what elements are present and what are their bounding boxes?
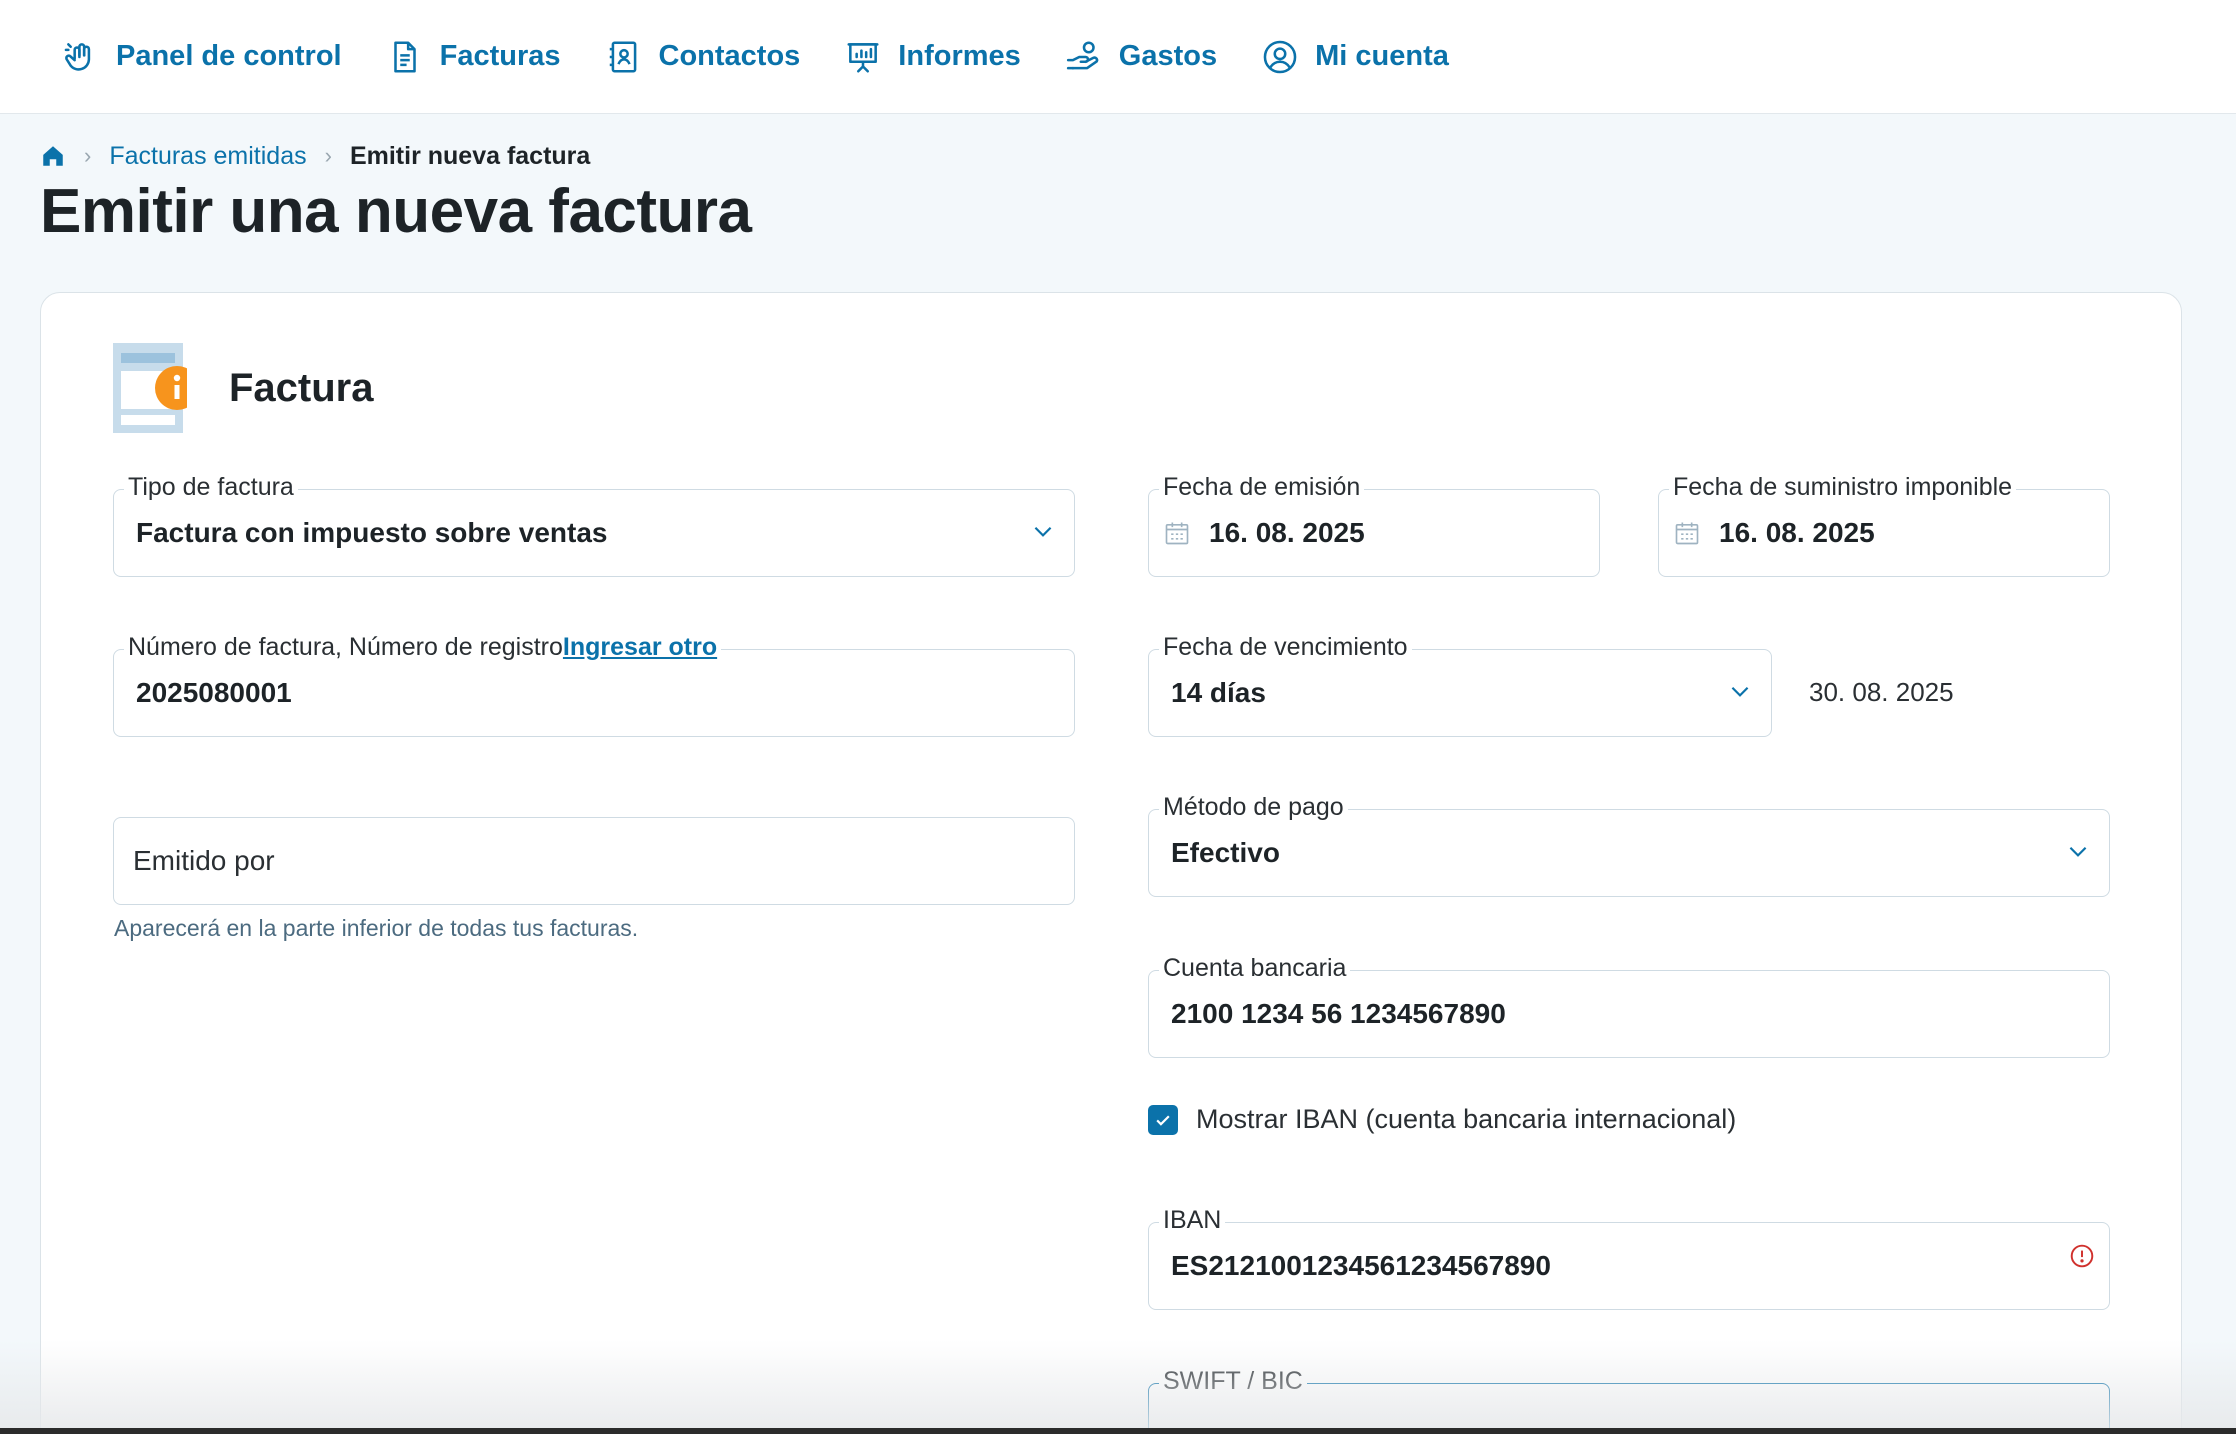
nav-label: Panel de control — [116, 40, 342, 72]
invoice-type-label: Tipo de factura — [124, 470, 298, 504]
card-header: Factura — [113, 343, 374, 433]
hand-coin-icon — [1066, 40, 1099, 69]
iban-value: ES2121001234561234567890 — [1171, 1250, 1551, 1281]
page-title: Emitir una nueva factura — [40, 177, 752, 246]
issued-by-placeholder: Emitido por — [133, 845, 275, 876]
checkmark-icon — [1156, 1114, 1170, 1126]
payment-method-select[interactable]: Método de pago Efectivo — [1148, 790, 2110, 897]
invoice-type-value: Factura con impuesto sobre ventas — [136, 517, 608, 548]
invoice-number-value: 2025080001 — [136, 677, 292, 708]
breadcrumb-link-facturas-emitidas[interactable]: Facturas emitidas — [109, 142, 306, 171]
invoice-number-label: Número de factura, Número de registroIng… — [124, 630, 722, 664]
document-icon — [393, 40, 416, 73]
invoice-number-label-text: Número de factura, Número de registro — [128, 633, 563, 661]
nav-label: Gastos — [1118, 40, 1218, 72]
chevron-down-icon — [1034, 526, 1052, 537]
swift-bic-label: SWIFT / BIC — [1159, 1364, 1307, 1398]
contact-book-icon — [609, 40, 636, 73]
nav-label: Facturas — [439, 40, 561, 72]
issue-date-field[interactable]: Fecha de emisión 16. 08. 2025 — [1148, 470, 1600, 577]
due-date-value: 14 días — [1171, 677, 1266, 708]
breadcrumb: › Facturas emitidas › Emitir nueva factu… — [40, 140, 590, 172]
invoice-number-field[interactable]: Número de factura, Número de registroIng… — [113, 630, 1075, 737]
invoice-type-select[interactable]: Tipo de factura Factura con impuesto sob… — [113, 470, 1075, 577]
supply-date-label: Fecha de suministro imponible — [1669, 470, 2017, 504]
show-iban-label[interactable]: Mostrar IBAN (cuenta bancaria internacio… — [1196, 1104, 1736, 1135]
enter-other-link[interactable]: Ingresar otro — [563, 633, 717, 661]
error-alert-icon — [2070, 1244, 2094, 1268]
nav-item-facturas[interactable]: Facturas — [386, 38, 561, 76]
nav-item-informes[interactable]: Informes — [844, 38, 1021, 76]
due-date-select[interactable]: Fecha de vencimiento 14 días — [1148, 630, 1772, 737]
iban-field[interactable]: IBAN ES2121001234561234567890 — [1148, 1203, 2110, 1310]
chevron-right-icon: › — [84, 143, 92, 168]
issue-date-value: 16. 08. 2025 — [1209, 517, 1365, 548]
swift-bic-field[interactable]: SWIFT / BIC — [1148, 1364, 2110, 1434]
due-date-computed: 30. 08. 2025 — [1809, 677, 1954, 707]
bank-account-label: Cuenta bancaria — [1159, 951, 1351, 985]
supply-date-field[interactable]: Fecha de suministro imponible 16. 08. 20… — [1658, 470, 2110, 577]
card-title: Factura — [229, 365, 374, 410]
invoice-info-icon — [113, 343, 199, 433]
nav-label: Contactos — [658, 40, 801, 72]
chevron-right-icon: › — [324, 143, 332, 168]
payment-method-label: Método de pago — [1159, 790, 1348, 824]
due-date-label: Fecha de vencimiento — [1159, 630, 1412, 664]
nav-label: Informes — [898, 40, 1021, 72]
user-circle-icon — [1263, 40, 1297, 73]
bank-account-field[interactable]: Cuenta bancaria 2100 1234 56 1234567890 — [1148, 951, 2110, 1058]
hand-wave-icon — [64, 42, 91, 71]
calendar-icon — [1675, 522, 1699, 545]
presentation-chart-icon — [847, 42, 879, 73]
window-bottom-edge — [0, 1428, 2236, 1434]
nav-item-contactos[interactable]: Contactos — [605, 38, 801, 76]
issue-date-label: Fecha de emisión — [1159, 470, 1365, 504]
nav-item-panel-de-control[interactable]: Panel de control — [62, 38, 342, 76]
iban-label: IBAN — [1159, 1203, 1226, 1237]
issued-by-hint: Aparecerá en la parte inferior de todas … — [114, 915, 639, 941]
chevron-down-icon — [1731, 686, 1749, 697]
bank-account-value: 2100 1234 56 1234567890 — [1171, 998, 1506, 1029]
payment-method-value: Efectivo — [1171, 837, 1280, 868]
top-navigation: Panel de control Facturas Contactos Info… — [0, 0, 2236, 114]
nav-item-gastos[interactable]: Gastos — [1065, 38, 1217, 76]
supply-date-value: 16. 08. 2025 — [1719, 517, 1875, 548]
calendar-icon — [1165, 522, 1189, 545]
home-icon[interactable] — [40, 143, 66, 169]
invoice-card: Factura Tipo de factura Factura con impu… — [40, 292, 2182, 1434]
chevron-down-icon — [2069, 846, 2087, 857]
nav-item-mi-cuenta[interactable]: Mi cuenta — [1261, 38, 1449, 76]
show-iban-row: Mostrar IBAN (cuenta bancaria internacio… — [1148, 1104, 1736, 1135]
show-iban-checkbox[interactable] — [1148, 1104, 1178, 1135]
nav-label: Mi cuenta — [1315, 40, 1449, 72]
issued-by-field[interactable]: Emitido por — [113, 817, 1075, 905]
breadcrumb-current: Emitir nueva factura — [349, 141, 591, 170]
